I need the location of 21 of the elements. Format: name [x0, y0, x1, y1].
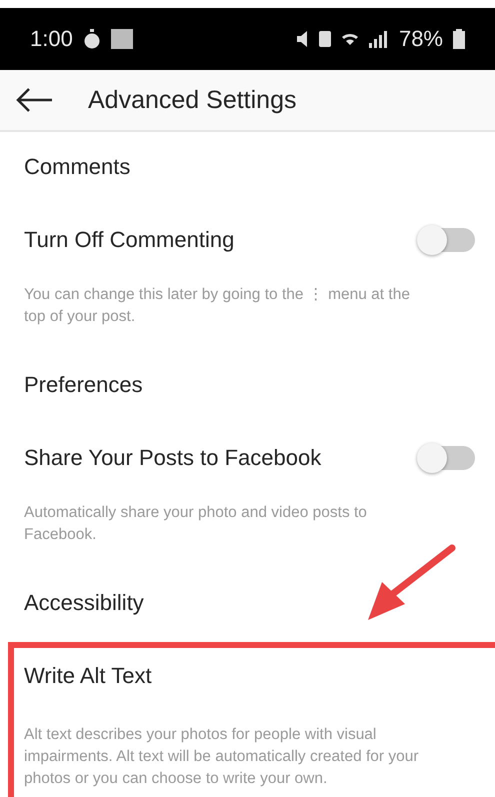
toggle-switch[interactable] — [419, 446, 475, 470]
back-arrow-icon[interactable] — [16, 88, 54, 112]
app-icon — [110, 29, 133, 49]
setting-description: You can change this later by going to the ⋮ menu at the top of your post. — [24, 285, 411, 327]
page-title: Advanced Settings — [88, 86, 296, 114]
wifi-icon — [340, 32, 359, 46]
setting-label[interactable]: Turn Off Commenting — [24, 227, 234, 253]
setting-description: Alt text describes your photos for people with visual impairments. Alt text will be automatically created for your photos or you can choose to write your own. — [24, 725, 420, 789]
battery-icon — [453, 29, 465, 49]
setting-label[interactable]: Share Your Posts to Facebook — [24, 445, 322, 471]
stopwatch-icon — [82, 29, 101, 49]
section-title: Accessibility — [24, 590, 144, 615]
setting-description: Automatically share your photo and video posts to Facebook. — [24, 503, 368, 545]
battery-percent: 78% — [398, 26, 443, 52]
section-title: Preferences — [24, 372, 143, 397]
setting-label[interactable]: Write Alt Text — [24, 663, 152, 689]
section-title: Comments — [24, 154, 130, 179]
status-time: 1:00 — [30, 26, 73, 52]
toggle-switch[interactable] — [419, 228, 475, 252]
signal-icon — [368, 30, 389, 48]
mute-icon — [296, 30, 309, 48]
